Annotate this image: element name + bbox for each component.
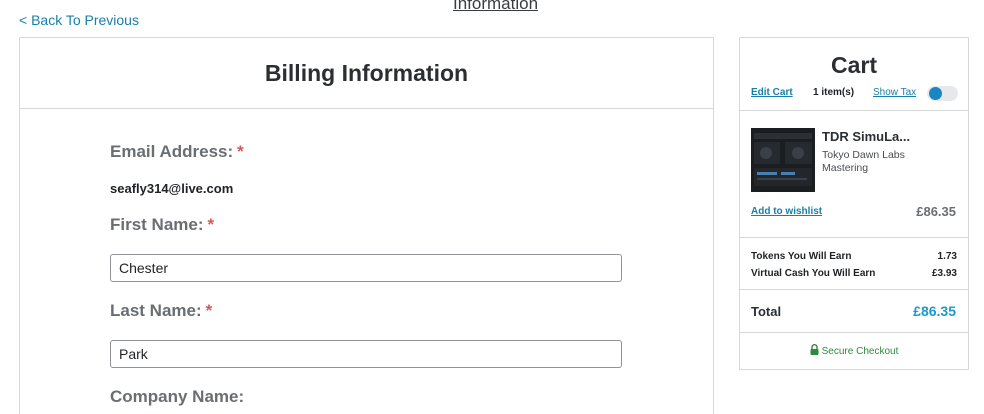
product-vendor-name: Tokyo Dawn Labs [822, 149, 905, 161]
product-thumbnail[interactable] [751, 128, 815, 192]
billing-title: Billing Information [264, 59, 469, 86]
last-name-input[interactable] [110, 340, 622, 368]
last-name-label: Last Name: * [110, 301, 212, 321]
product-image [751, 128, 815, 192]
email-value: seafly314@live.com [110, 181, 234, 196]
email-label-text: Email Address: [110, 142, 234, 161]
company-name-label: Company Name: [110, 387, 244, 407]
toggle-knob [929, 87, 942, 100]
divider [740, 237, 968, 238]
first-name-label-text: First Name: [110, 215, 204, 234]
email-label: Email Address: * [110, 142, 244, 162]
secure-checkout-label: Secure Checkout [821, 346, 899, 357]
divider [740, 289, 968, 290]
cart-meta: Edit Cart 1 item(s) Show Tax [751, 86, 958, 102]
add-to-wishlist-link[interactable]: Add to wishlist [751, 206, 822, 217]
information-tab[interactable]: Information [453, 0, 538, 14]
lock-icon [810, 344, 819, 355]
tokens-value: 1.73 [937, 251, 957, 262]
billing-panel: Billing Information Email Address: * seaf… [19, 37, 714, 414]
tokens-label: Tokens You Will Earn [751, 251, 852, 262]
virtual-cash-row: Virtual Cash You Will Earn £3.93 [751, 268, 957, 279]
virtual-cash-value: £3.93 [931, 268, 957, 279]
back-to-previous-link[interactable]: < Back To Previous [19, 12, 139, 28]
item-count: 1 item(s) [813, 87, 855, 98]
company-name-label-text: Company Name: [110, 387, 245, 406]
product-category: Mastering [822, 162, 869, 174]
edit-cart-link[interactable]: Edit Cart [751, 87, 793, 98]
required-marker: * [205, 301, 213, 320]
first-name-label: First Name: * [110, 215, 214, 235]
product-price: £86.35 [916, 204, 956, 219]
total-value: £86.35 [913, 303, 956, 319]
billing-header: Billing Information [20, 38, 713, 109]
product-name[interactable]: TDR SimuLa... [822, 129, 910, 144]
show-tax-link[interactable]: Show Tax [873, 87, 916, 98]
cart-panel: Cart Edit Cart 1 item(s) Show Tax TDR Si… [739, 37, 969, 370]
secure-checkout-button[interactable]: Secure Checkout [740, 344, 968, 357]
tokens-row: Tokens You Will Earn 1.73 [751, 251, 957, 262]
divider [740, 332, 968, 333]
last-name-label-text: Last Name: [110, 301, 202, 320]
product-vendor: Tokyo Dawn Labs Mastering [822, 149, 905, 175]
show-tax-toggle[interactable] [927, 86, 958, 101]
cart-title: Cart [830, 52, 877, 78]
virtual-cash-label: Virtual Cash You Will Earn [751, 268, 876, 279]
required-marker: * [237, 142, 244, 161]
divider [740, 110, 968, 111]
required-marker: * [207, 215, 215, 234]
total-label: Total [751, 304, 782, 319]
first-name-input[interactable] [110, 254, 622, 282]
